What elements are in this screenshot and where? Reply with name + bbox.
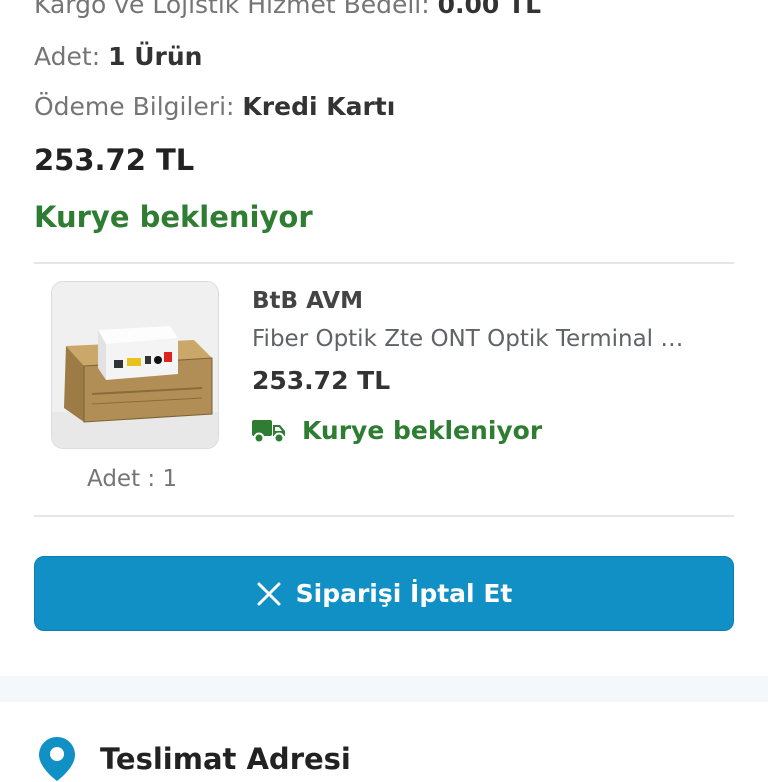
quantity-value: 1 Ürün (108, 42, 203, 71)
quantity-line: Adet: 1 Ürün (34, 42, 202, 71)
order-total: 253.72 TL (34, 143, 195, 177)
cancel-order-button[interactable]: Siparişi İptal Et (34, 556, 734, 631)
product-quantity: Adet : 1 (87, 466, 178, 492)
item-status: Kurye bekleniyor (252, 416, 542, 445)
product-price: 253.72 TL (252, 366, 391, 395)
location-pin-icon (39, 737, 75, 781)
shipping-fee-label: Kargo ve Lojistik Hizmet Bedeli: (34, 0, 430, 19)
close-icon (257, 582, 281, 605)
section-separator (0, 676, 768, 702)
payment-label: Ödeme Bilgileri: (34, 92, 235, 121)
order-status: Kurye bekleniyor (34, 200, 313, 234)
product-name[interactable]: Fiber Optik Zte ONT Optik Terminal … (252, 326, 722, 352)
delivery-address-title: Teslimat Adresi (100, 742, 351, 776)
payment-line: Ödeme Bilgileri: Kredi Kartı (34, 92, 395, 121)
cancel-order-label: Siparişi İptal Et (295, 579, 513, 608)
divider (34, 515, 734, 517)
shipping-fee-value: 0.00 TL (437, 0, 541, 19)
shipping-fee-line: Kargo ve Lojistik Hizmet Bedeli: 0.00 TL (34, 0, 541, 19)
payment-value: Kredi Kartı (242, 92, 396, 121)
item-status-label: Kurye bekleniyor (302, 416, 543, 445)
product-image[interactable] (51, 281, 219, 449)
divider (34, 262, 734, 264)
ont-device-image (52, 282, 218, 448)
truck-icon (252, 419, 285, 443)
delivery-address-header[interactable]: Teslimat Adresi (38, 736, 351, 782)
quantity-label: Adet: (34, 42, 101, 71)
seller-name[interactable]: BtB AVM (252, 288, 363, 314)
